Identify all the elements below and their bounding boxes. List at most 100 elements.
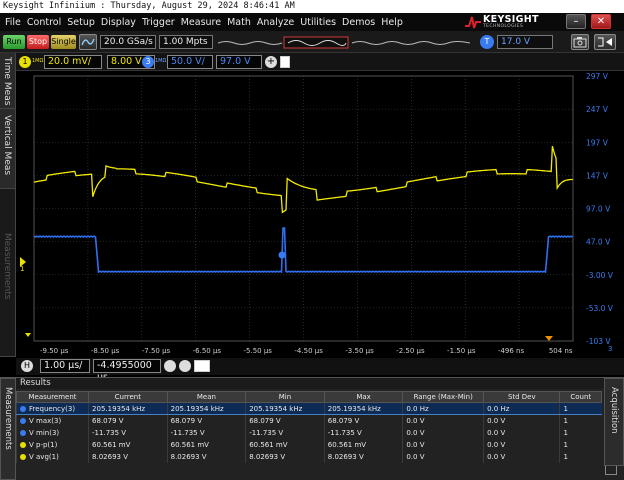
col-current[interactable]: Current bbox=[88, 391, 168, 403]
stop-button[interactable]: Stop bbox=[27, 35, 49, 49]
time-position-field[interactable]: -4.4955000 µs bbox=[93, 359, 161, 383]
menu-utilities[interactable]: Utilities bbox=[300, 17, 336, 28]
measurement-label: V avg(1) bbox=[29, 452, 59, 461]
toolbar: Run Stop Single 20.0 GSa/s 1.00 Mpts T 1… bbox=[0, 31, 624, 53]
cell-current: 8.02693 V bbox=[88, 450, 168, 463]
tab-acquisition[interactable]: Acquisition bbox=[604, 378, 624, 466]
cell-mean: 205.19354 kHz bbox=[166, 402, 246, 415]
measurement-label: V max(3) bbox=[29, 416, 62, 425]
panel-toggle-icon[interactable] bbox=[280, 56, 290, 68]
cell-current: 60.561 mV bbox=[88, 438, 168, 451]
axis-tick-label: -3.00 V bbox=[586, 271, 614, 280]
sample-rate-field[interactable]: 20.0 GSa/s bbox=[100, 35, 156, 49]
channel3-offset-field[interactable]: 97.0 V bbox=[216, 55, 262, 69]
time-tick-label: -9.50 µs bbox=[40, 347, 69, 355]
cell-max: 205.19354 kHz bbox=[323, 402, 403, 415]
tab-time-meas[interactable]: Time Meas bbox=[0, 53, 16, 109]
menu-analyze[interactable]: Analyze bbox=[257, 17, 294, 28]
waveform-overview[interactable] bbox=[218, 36, 470, 49]
channel3-badge[interactable]: 3 bbox=[142, 56, 154, 68]
channel-dot-icon bbox=[20, 441, 26, 448]
tab-measurements-results[interactable]: Measurements bbox=[0, 378, 16, 480]
channel1-ground-marker[interactable]: 1 bbox=[20, 257, 26, 273]
col-measurement[interactable]: Measurement bbox=[15, 391, 90, 403]
menu-control[interactable]: Control bbox=[27, 17, 61, 28]
cell-std: 0.0 Hz bbox=[483, 402, 560, 415]
cell-current: 68.079 V bbox=[88, 414, 168, 427]
table-row[interactable]: V p-p(1) 60.561 mV 60.561 mV 60.561 mV 60.56… bbox=[15, 438, 602, 451]
cell-min: 68.079 V bbox=[245, 414, 325, 427]
cell-mean: 68.079 V bbox=[166, 414, 246, 427]
add-channel-icon[interactable]: + bbox=[265, 56, 277, 68]
axis-tick-label: 97.0 V bbox=[586, 205, 611, 214]
single-button[interactable]: Single bbox=[51, 35, 76, 49]
timebase-panel-icon[interactable] bbox=[194, 360, 210, 372]
zoom-icon[interactable] bbox=[164, 360, 176, 372]
measurement-name: Frequency(3) bbox=[15, 402, 89, 415]
channel-dot-icon bbox=[20, 417, 26, 424]
keysight-wave-icon bbox=[465, 16, 481, 29]
axis-tick-label: 197 V bbox=[586, 138, 609, 147]
menu-measure[interactable]: Measure bbox=[181, 17, 221, 28]
time-tick-label: -496 ns bbox=[498, 347, 525, 355]
table-row[interactable]: Frequency(3) 205.19354 kHz 205.19354 kHz 20… bbox=[15, 402, 602, 415]
autoscale-icon[interactable] bbox=[79, 34, 97, 50]
cell-range: 0.0 Hz bbox=[402, 402, 484, 415]
trigger-level-field[interactable]: 17.0 V bbox=[497, 35, 553, 49]
measurements-table: Measurement Current Mean Min Max Range (… bbox=[15, 391, 602, 463]
channel3-scale-field[interactable]: 50.0 V/ bbox=[167, 55, 213, 69]
horizontal-badge[interactable]: H bbox=[21, 360, 33, 372]
channel1-coupling: 1MΩ bbox=[32, 58, 44, 64]
time-tick-label: 504 ns bbox=[549, 347, 573, 355]
screenshot-icon[interactable] bbox=[571, 34, 589, 50]
results-title[interactable]: Results bbox=[0, 377, 624, 389]
tab-measurements[interactable]: Measurements bbox=[0, 189, 16, 357]
menu-help[interactable]: Help bbox=[381, 17, 403, 28]
cell-range: 0.0 V bbox=[402, 414, 484, 427]
col-min[interactable]: Min bbox=[245, 391, 325, 403]
measurement-name: V min(3) bbox=[15, 426, 89, 439]
menu-display[interactable]: Display bbox=[101, 17, 136, 28]
right-voltage-axis: 297 V 247 V 197 V 147 V 97.0 V 47.0 V -3.00 V -… bbox=[586, 72, 614, 346]
col-mean[interactable]: Mean bbox=[166, 391, 247, 403]
time-tick-label: -5.50 µs bbox=[244, 347, 273, 355]
measurement-name: V p-p(1) bbox=[15, 438, 89, 451]
time-reference-marker bbox=[25, 333, 31, 337]
table-row[interactable]: V max(3) 68.079 V 68.079 V 68.079 V 68.079 V… bbox=[15, 414, 602, 427]
svg-text:1: 1 bbox=[20, 265, 24, 273]
waveform-display[interactable]: 297 V 247 V 197 V 147 V 97.0 V 47.0 V -3.00 V -… bbox=[16, 71, 624, 361]
minimize-button[interactable]: – bbox=[566, 14, 586, 29]
menu-trigger[interactable]: Trigger bbox=[142, 17, 175, 28]
timebase-icon[interactable] bbox=[179, 360, 191, 372]
menu-demos[interactable]: Demos bbox=[342, 17, 375, 28]
cell-mean: 60.561 mV bbox=[166, 438, 246, 451]
axis-tick-label: -53.0 V bbox=[586, 304, 614, 313]
close-button[interactable]: ✕ bbox=[591, 14, 611, 29]
col-max[interactable]: Max bbox=[323, 391, 404, 403]
menu-math[interactable]: Math bbox=[227, 17, 251, 28]
menu-setup[interactable]: Setup bbox=[67, 17, 95, 28]
cell-count: 1 bbox=[559, 426, 602, 439]
cell-range: 0.0 V bbox=[402, 450, 484, 463]
graticule bbox=[33, 75, 574, 342]
col-std-dev[interactable]: Std Dev bbox=[483, 391, 561, 403]
touch-toggle-icon[interactable] bbox=[594, 34, 616, 50]
channel1-badge[interactable]: 1 bbox=[19, 56, 31, 68]
col-range[interactable]: Range (Max-Min) bbox=[402, 391, 485, 403]
memory-depth-field[interactable]: 1.00 Mpts bbox=[159, 35, 213, 49]
channel1-scale-field[interactable]: 20.0 mV/ bbox=[44, 55, 102, 69]
menu-file[interactable]: File bbox=[5, 17, 21, 28]
run-button[interactable]: Run bbox=[3, 35, 25, 49]
trigger-position-marker[interactable] bbox=[545, 336, 553, 341]
cell-max: -11.735 V bbox=[323, 426, 403, 439]
table-row[interactable]: V min(3) -11.735 V -11.735 V -11.735 V -11.7… bbox=[15, 426, 602, 439]
time-scale-field[interactable]: 1.00 µs/ bbox=[40, 359, 90, 373]
col-count[interactable]: Count bbox=[559, 391, 602, 403]
tab-vertical-meas[interactable]: Vertical Meas bbox=[0, 109, 16, 189]
table-row[interactable]: V avg(1) 8.02693 V 8.02693 V 8.02693 V 8.026… bbox=[15, 450, 602, 463]
trigger-level-marker[interactable] bbox=[278, 251, 286, 259]
time-tick-label: -6.50 µs bbox=[193, 347, 222, 355]
channel-dot-icon bbox=[20, 405, 26, 412]
cell-std: 0.0 V bbox=[483, 438, 560, 451]
cell-mean: -11.735 V bbox=[166, 426, 246, 439]
